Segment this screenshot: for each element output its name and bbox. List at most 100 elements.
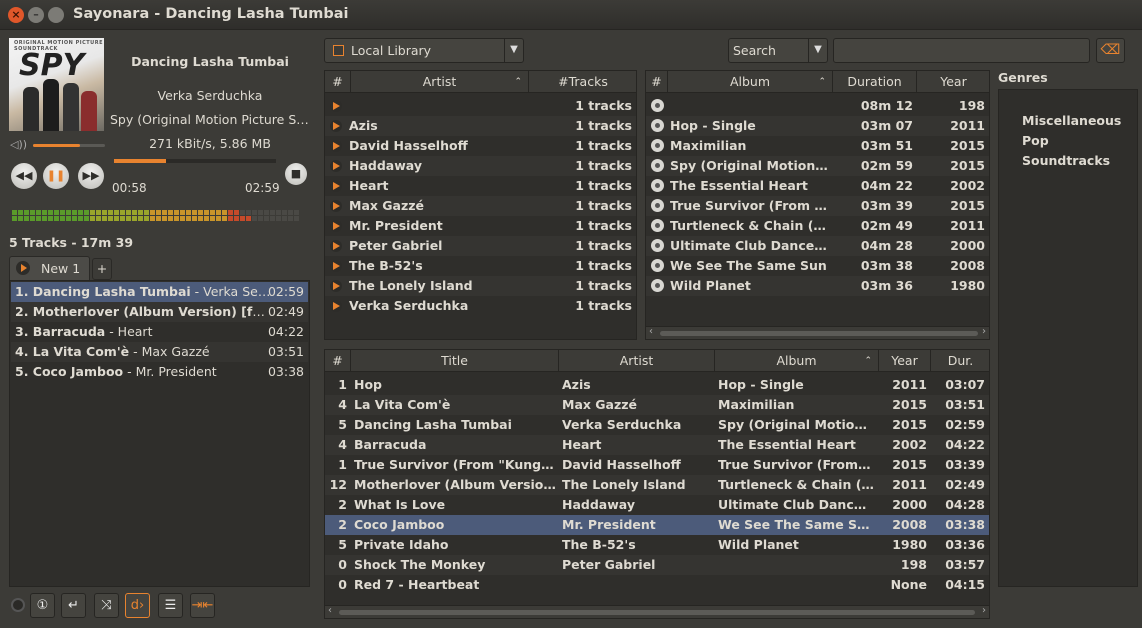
track-row[interactable]: 1 True Survivor (From "Kung Fur... David H…	[325, 455, 989, 475]
album-row[interactable]: 08m 12 198	[646, 96, 989, 116]
gapless-icon[interactable]: ⇥⇤	[190, 593, 215, 618]
track-row[interactable]: 2 Coco Jamboo Mr. President We See The Same…	[325, 515, 989, 535]
artist-row[interactable]: The Lonely Island 1 tracks	[325, 276, 636, 296]
album-row[interactable]: We See The Same Sun 03m 38 2008	[646, 256, 989, 276]
artist-row[interactable]: The B-52's 1 tracks	[325, 256, 636, 276]
track-row[interactable]: 0 Red 7 - Heartbeat None 04:15	[325, 575, 989, 595]
close-window-button[interactable]: ×	[8, 7, 24, 23]
add-playlist-tab-button[interactable]: +	[92, 258, 112, 280]
repeat-all-icon[interactable]: ↵	[61, 593, 86, 618]
genre-item[interactable]: Miscellaneous	[1022, 113, 1121, 128]
playlist[interactable]: 1. Dancing Lasha Tumbai - Verka Serduc..…	[9, 280, 310, 587]
playlist-item[interactable]: 4. La Vita Com'è - Max Gazzé 03:51	[11, 342, 308, 362]
artist-row[interactable]: Heart 1 tracks	[325, 176, 636, 196]
album-disc-icon	[651, 199, 664, 212]
pause-button[interactable]: ❚❚	[43, 163, 69, 189]
column-header-title[interactable]: Title	[351, 350, 559, 372]
track-row[interactable]: 1 Hop Azis Hop - Single 2011 03:07	[325, 375, 989, 395]
minimize-window-button[interactable]: –	[28, 7, 44, 23]
column-header-artist[interactable]: Artist ⌃	[351, 71, 529, 93]
scrollbar-thumb[interactable]	[660, 331, 978, 336]
artist-row[interactable]: Azis 1 tracks	[325, 116, 636, 136]
append-list-icon[interactable]: ☰	[158, 593, 183, 618]
tab-playlist-new1[interactable]: New 1	[9, 256, 90, 280]
library-source-select[interactable]: Local Library ▼	[324, 38, 524, 63]
playlist-item[interactable]: 2. Motherlover (Album Version) [feat. ..…	[11, 302, 308, 322]
column-header-num[interactable]: #	[646, 71, 668, 93]
dynamic-playback-icon[interactable]: d›	[125, 593, 150, 618]
repeat-one-icon[interactable]: ①	[30, 593, 55, 618]
artist-row[interactable]: Haddaway 1 tracks	[325, 156, 636, 176]
shuffle-icon[interactable]: ⤨	[94, 593, 119, 618]
maximize-window-button[interactable]	[48, 7, 64, 23]
album-row[interactable]: Maximilian 03m 51 2015	[646, 136, 989, 156]
stop-button[interactable]: ■	[285, 163, 307, 185]
scroll-left-icon[interactable]: ‹	[649, 326, 653, 337]
track-row[interactable]: 5 Dancing Lasha Tumbai Verka Serduchka Spy …	[325, 415, 989, 435]
column-header-year[interactable]: Year	[917, 71, 989, 93]
search-mode-select[interactable]: Search ▼	[728, 38, 828, 63]
sort-ascending-icon: ⌃	[818, 77, 826, 87]
column-header-tracks[interactable]: #Tracks	[529, 71, 636, 93]
clear-search-icon[interactable]: ⌫	[1096, 38, 1125, 63]
track-row[interactable]: 2 What Is Love Haddaway Ultimate Club Dance…	[325, 495, 989, 515]
track-row[interactable]: 4 La Vita Com'è Max Gazzé Maximilian 2015 03:…	[325, 395, 989, 415]
artist-table[interactable]: # Artist ⌃ #Tracks 1 tracks Azis 1 tracks Da…	[324, 70, 637, 340]
volume-slider[interactable]	[33, 144, 105, 147]
track-row[interactable]: 5 Private Idaho The B-52's Wild Planet 1980 0…	[325, 535, 989, 555]
column-header-year[interactable]: Year	[879, 350, 931, 372]
scroll-left-icon[interactable]: ‹	[328, 605, 332, 616]
artist-row[interactable]: Peter Gabriel 1 tracks	[325, 236, 636, 256]
column-header-duration[interactable]: Duration	[833, 71, 917, 93]
level-meter-segment	[90, 210, 95, 215]
track-year: 2000	[892, 497, 927, 512]
search-input[interactable]	[833, 38, 1090, 63]
column-header-artist[interactable]: Artist	[559, 350, 715, 372]
genre-item[interactable]: Soundtracks	[1022, 153, 1110, 168]
horizontal-scrollbar[interactable]: ‹ ›	[325, 605, 989, 618]
artist-row[interactable]: Verka Serduchka 1 tracks	[325, 296, 636, 316]
album-table[interactable]: # Album ⌃ Duration Year 08m 12 198 Hop - Si…	[645, 70, 990, 340]
level-meter-segment	[192, 210, 197, 215]
artist-row[interactable]: 1 tracks	[325, 96, 636, 116]
volume-icon[interactable]: ◁))	[10, 138, 27, 151]
album-row[interactable]: Ultimate Club Dance 9... 04m 28 2000	[646, 236, 989, 256]
playlist-item[interactable]: 5. Coco Jamboo - Mr. President 03:38	[11, 362, 308, 382]
genre-item[interactable]: Pop	[1022, 133, 1049, 148]
level-meter-segment	[24, 210, 29, 215]
scroll-right-icon[interactable]: ›	[982, 326, 986, 337]
track-row[interactable]: 4 Barracuda Heart The Essential Heart 2002 04…	[325, 435, 989, 455]
column-header-num[interactable]: #	[325, 350, 351, 372]
track-row[interactable]: 12 Motherlover (Album Version) [... The Lo…	[325, 475, 989, 495]
track-artist: Heart	[562, 437, 602, 452]
playlist-item[interactable]: 3. Barracuda - Heart 04:22	[11, 322, 308, 342]
library-icon	[333, 45, 344, 56]
next-track-button[interactable]: ▶▶	[78, 163, 104, 189]
album-row[interactable]: Spy (Original Motion P... 02m 59 2015	[646, 156, 989, 176]
album-row[interactable]: True Survivor (From "K... 03m 39 2015	[646, 196, 989, 216]
playlist-item[interactable]: 1. Dancing Lasha Tumbai - Verka Serduc..…	[11, 282, 308, 302]
track-row[interactable]: 0 Shock The Monkey Peter Gabriel 198 03:57	[325, 555, 989, 575]
artist-row[interactable]: David Hasselhoff 1 tracks	[325, 136, 636, 156]
horizontal-scrollbar[interactable]: ‹ ›	[646, 326, 989, 339]
artist-row[interactable]: Max Gazzé 1 tracks	[325, 196, 636, 216]
column-header-album[interactable]: Album ⌃	[668, 71, 833, 93]
track-progress-slider[interactable]	[114, 159, 276, 163]
scroll-right-icon[interactable]: ›	[982, 605, 986, 616]
album-row[interactable]: Turtleneck & Chain (Ex... 02m 49 2011	[646, 216, 989, 236]
level-meter-segment	[144, 210, 149, 215]
album-row[interactable]: Hop - Single 03m 07 2011	[646, 116, 989, 136]
album-year: 198	[958, 98, 985, 113]
scrollbar-thumb[interactable]	[339, 610, 975, 615]
column-header-duration[interactable]: Dur.	[931, 350, 989, 372]
column-header-album[interactable]: Album ⌃	[715, 350, 879, 372]
column-header-num[interactable]: #	[325, 71, 351, 93]
artist-row[interactable]: Mr. President 1 tracks	[325, 216, 636, 236]
album-cover[interactable]: ORIGINAL MOTION PICTURE SOUNDTRACK SPY	[9, 38, 104, 131]
previous-track-button[interactable]: ◀◀	[11, 163, 37, 189]
album-row[interactable]: The Essential Heart 04m 22 2002	[646, 176, 989, 196]
album-row[interactable]: Wild Planet 03m 36 1980	[646, 276, 989, 296]
now-playing-artist: Verka Serduchka	[157, 88, 263, 103]
genre-list[interactable]: Miscellaneous Pop Soundtracks	[998, 89, 1138, 587]
track-table[interactable]: # Title Artist Album ⌃ Year Dur. 1 Hop Azis…	[324, 349, 990, 619]
